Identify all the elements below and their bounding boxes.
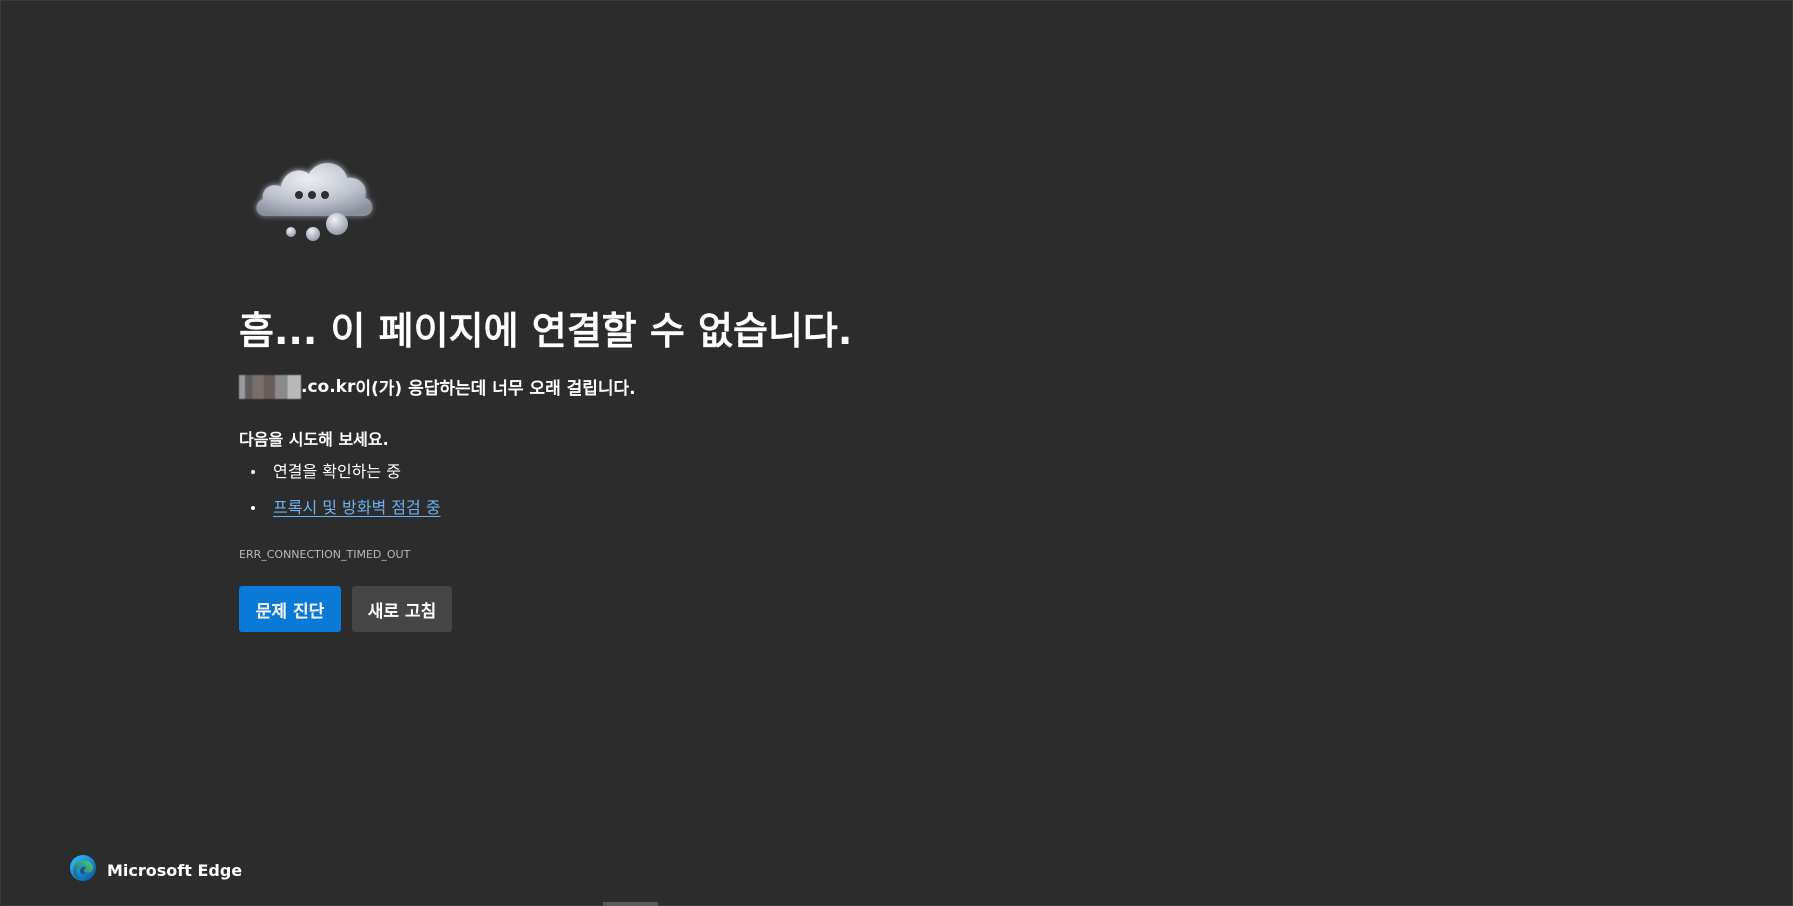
browser-viewport [0,0,1793,906]
error-message: 이(가) 응답하는데 너무 오래 걸립니다. [355,379,636,399]
brand-name: Microsoft Edge [107,860,243,880]
action-buttons: 문제 진단 새로 고침 [239,586,452,632]
error-headline: 흠... 이 페이지에 연결할 수 없습니다. [239,309,853,353]
edge-branding: Microsoft Edge [69,854,242,886]
scrollbar-handle[interactable] [603,902,658,906]
refresh-button[interactable]: 새로 고침 [352,586,452,632]
edge-logo-icon [69,854,97,886]
suggestions-list: 연결을 확인하는 중 프록시 및 방화벽 점검 중 [239,458,441,530]
domain-suffix: .co.kr [301,376,356,397]
redacted-domain [239,374,301,399]
thinking-cloud-icon [251,148,381,248]
bullet-icon [251,470,255,474]
bullet-icon [251,506,255,510]
suggestions-title: 다음을 시도해 보세요. [239,430,389,449]
error-description: .co.kr 이(가) 응답하는데 너무 오래 걸립니다. [239,374,636,399]
suggestion-item-proxy-firewall: 프록시 및 방화벽 점검 중 [239,494,441,530]
error-code: ERR_CONNECTION_TIMED_OUT [239,548,411,561]
diagnose-button[interactable]: 문제 진단 [239,586,341,632]
proxy-firewall-link[interactable]: 프록시 및 방화벽 점검 중 [273,498,441,517]
suggestion-label: 연결을 확인하는 중 [273,462,401,481]
suggestion-item-check-connection: 연결을 확인하는 중 [239,458,441,494]
